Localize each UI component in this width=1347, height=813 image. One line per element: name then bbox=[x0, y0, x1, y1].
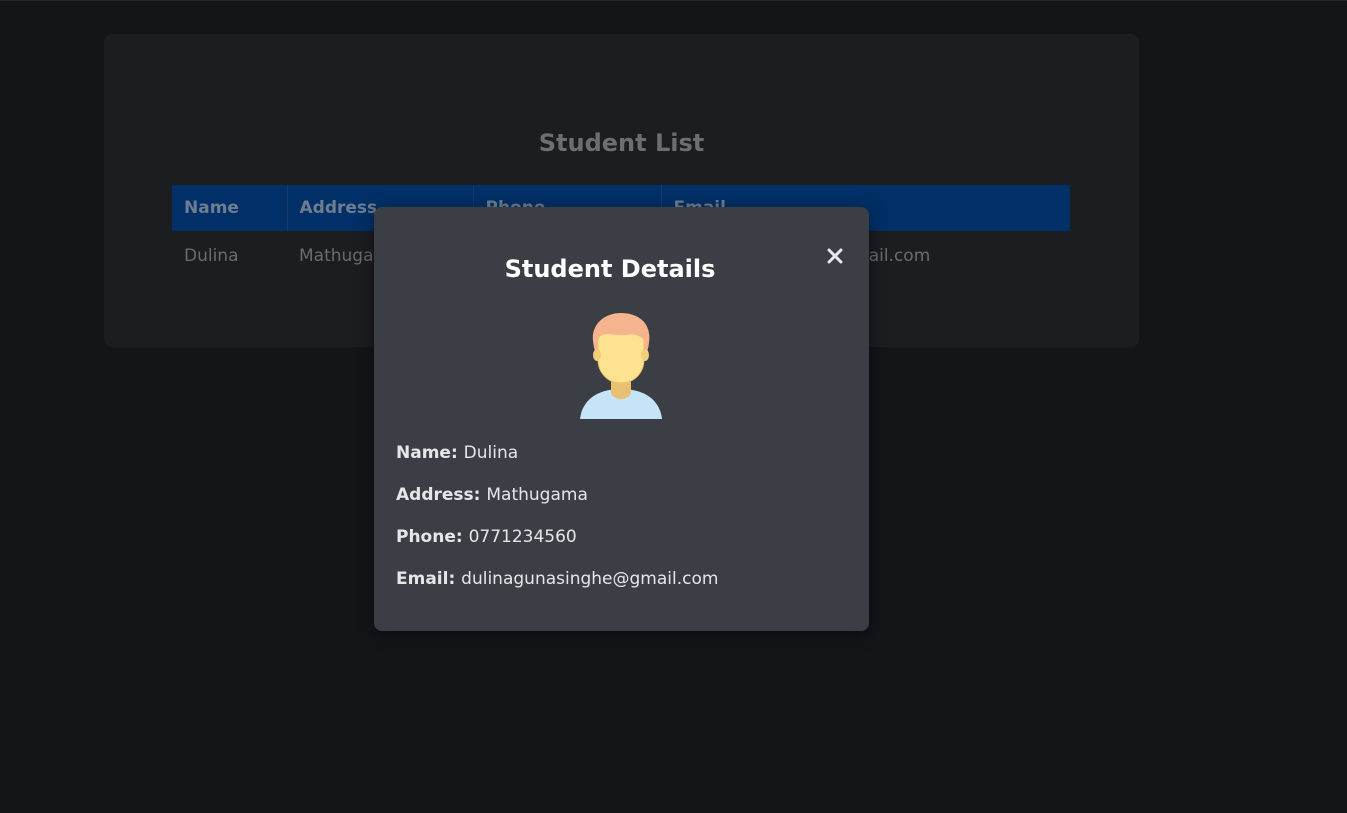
detail-phone-label: Phone: bbox=[396, 527, 469, 547]
detail-address: Address: Mathugama bbox=[396, 485, 588, 505]
detail-phone-value: 0771234560 bbox=[468, 527, 577, 547]
cell-name: Dulina bbox=[184, 246, 239, 266]
detail-email: Email: dulinagunasinghe@gmail.com bbox=[396, 569, 718, 589]
close-icon[interactable] bbox=[826, 247, 844, 265]
detail-address-value: Mathugama bbox=[486, 485, 588, 505]
detail-email-label: Email: bbox=[396, 569, 462, 589]
detail-email-value: dulinagunasinghe@gmail.com bbox=[461, 569, 719, 589]
student-details-modal: Student Details Name: Dulina Address: Ma… bbox=[374, 207, 869, 631]
detail-address-label: Address: bbox=[396, 485, 487, 505]
column-header-name: Name bbox=[172, 185, 288, 231]
detail-name: Name: Dulina bbox=[396, 443, 518, 463]
detail-name-value: Dulina bbox=[463, 443, 519, 463]
modal-title: Student Details bbox=[504, 255, 716, 283]
page: Student List Name Address Phone Email Du… bbox=[0, 0, 1347, 813]
detail-name-label: Name: bbox=[396, 443, 464, 463]
user-avatar-icon bbox=[580, 313, 662, 419]
close-button[interactable] bbox=[822, 243, 848, 269]
detail-phone: Phone: 0771234560 bbox=[396, 527, 577, 547]
page-title: Student List bbox=[538, 129, 705, 157]
